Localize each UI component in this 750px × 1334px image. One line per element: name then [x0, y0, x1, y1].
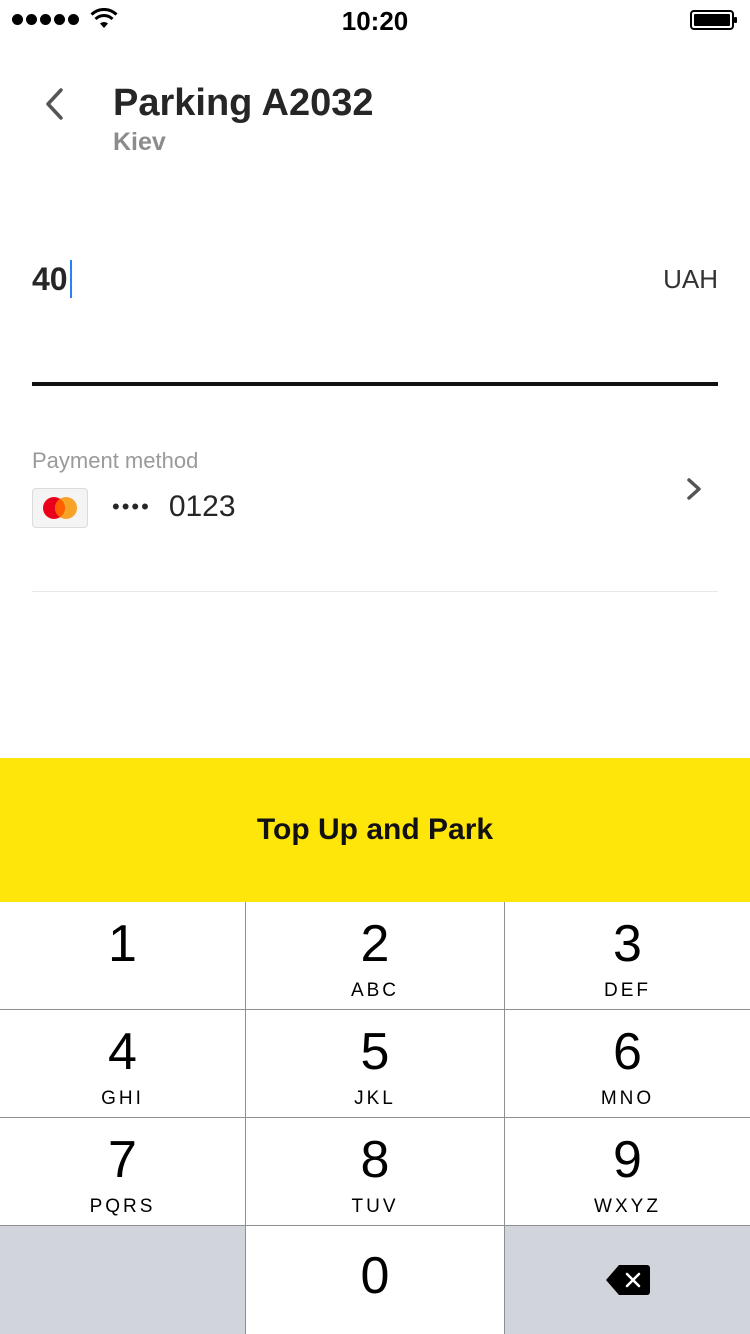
card-number: •••• 0123 — [112, 490, 236, 524]
card-last4: 0123 — [168, 490, 236, 523]
amount-value: 40 — [32, 260, 68, 297]
key-digit: 6 — [613, 1023, 642, 1081]
key-5[interactable]: 5 JKL — [246, 1010, 504, 1117]
page-subtitle: Kiev — [113, 128, 166, 156]
backspace-icon — [605, 1265, 650, 1295]
chevron-left-icon — [46, 88, 63, 120]
key-letters: DEF — [604, 980, 651, 1001]
amount-underline — [32, 382, 718, 386]
back-button[interactable] — [30, 80, 78, 128]
key-digit: 1 — [108, 915, 137, 973]
chevron-right-icon — [687, 478, 701, 500]
key-letters: MNO — [600, 1088, 655, 1109]
key-letters: GHI — [101, 1088, 144, 1109]
text-cursor — [69, 260, 72, 298]
key-6[interactable]: 6 MNO — [505, 1010, 750, 1117]
screen: 10:20 Parking A2032 Kiev 40 UAH Payment … — [0, 0, 750, 1334]
key-8[interactable]: 8 TUV — [246, 1118, 504, 1225]
currency-label: UAH — [663, 264, 718, 294]
battery-icon — [690, 10, 737, 30]
card-mask-dots: •••• — [112, 494, 151, 519]
amount-value-wrap: 40 — [32, 260, 72, 298]
key-digit: 4 — [108, 1023, 137, 1081]
key-digit: 2 — [360, 915, 390, 973]
top-up-and-park-button[interactable]: Top Up and Park — [0, 758, 750, 902]
key-letters: JKL — [354, 1088, 396, 1109]
key-letters: WXYZ — [594, 1196, 661, 1217]
key-letters: PQRS — [89, 1196, 156, 1217]
key-digit: 7 — [108, 1131, 137, 1189]
key-digit: 8 — [360, 1131, 390, 1189]
status-time: 10:20 — [341, 6, 409, 36]
key-2[interactable]: 2 ABC — [246, 902, 504, 1009]
backspace-key[interactable] — [505, 1226, 750, 1334]
payment-method-label: Payment method — [32, 448, 199, 473]
key-digit: 0 — [360, 1247, 390, 1305]
key-digit: 3 — [613, 915, 642, 973]
key-letters: ABC — [350, 980, 400, 1001]
amount-input[interactable]: 40 UAH — [32, 240, 718, 386]
page-title: Parking A2032 — [113, 82, 374, 124]
key-0[interactable]: 0 — [246, 1226, 504, 1334]
mastercard-icon — [32, 488, 88, 528]
payment-method-row[interactable]: Payment method •••• 0123 — [32, 440, 718, 592]
key-4[interactable]: 4 GHI — [0, 1010, 245, 1117]
key-7[interactable]: 7 PQRS — [0, 1118, 245, 1225]
key-3[interactable]: 3 DEF — [505, 902, 750, 1009]
status-bar: 10:20 — [0, 0, 750, 40]
key-9[interactable]: 9 WXYZ — [505, 1118, 750, 1225]
key-digit: 5 — [360, 1023, 390, 1081]
key-letters: TUV — [351, 1196, 399, 1217]
numeric-keypad: 1 2 ABC 3 DEF 4 GHI 5 JKL 6 MNO 7 PQRS 8 — [0, 902, 750, 1334]
key-digit: 9 — [613, 1131, 642, 1189]
key-1[interactable]: 1 — [0, 902, 245, 1009]
key-empty — [0, 1226, 245, 1334]
divider — [32, 591, 718, 592]
